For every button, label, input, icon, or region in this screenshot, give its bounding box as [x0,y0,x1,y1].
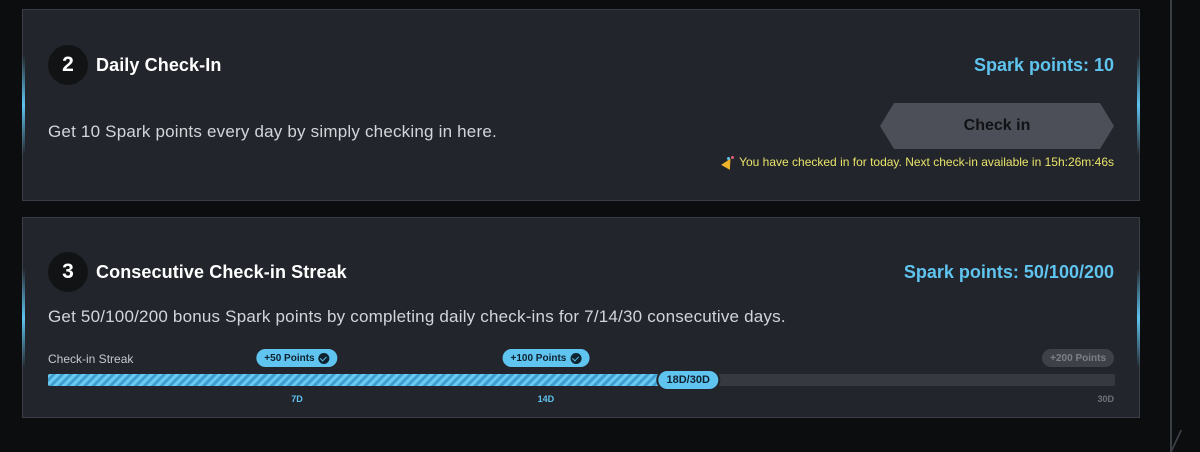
streak-progress-fill [48,374,689,386]
streak-bar-label: Check-in Streak [48,352,134,366]
step-number: 2 [48,45,88,85]
card-description: Get 10 Spark points every day by simply … [48,122,497,141]
daily-checkin-card: 2 Daily Check-In Spark points: 10 Get 10… [22,9,1140,201]
milestone-reward-badge: +200 Points [1042,349,1114,367]
spark-points: Spark points: 10 [973,55,1114,75]
streak-card: 3 Consecutive Check-in Streak Spark poin… [22,217,1140,418]
card-title: Daily Check-In [96,55,222,75]
milestone-reward-label: +50 Points [264,352,315,364]
card-title: Consecutive Check-in Streak [96,262,347,282]
spark-points: Spark points: 50/100/200 [903,262,1114,282]
check-circle-icon [570,352,582,364]
milestone-day-tick: 30D [1097,394,1114,404]
milestone-reward-label: +100 Points [510,352,567,364]
milestone-reward-badge: +50 Points [256,349,338,367]
check-in-button[interactable]: Check in [880,103,1114,149]
milestone-reward-label: +200 Points [1050,352,1106,364]
party-popper-icon [722,156,735,168]
milestone-day-tick: 14D [537,394,555,404]
streak-progress-track [48,374,1115,386]
milestone-reward-badge: +100 Points [502,349,590,367]
checkin-notice: You have checked in for today. Next chec… [722,155,1114,169]
milestone-day-tick: 7D [291,394,303,404]
check-circle-icon [318,352,330,364]
frame-edge [1164,0,1172,452]
streak-progress-badge: 18D/30D [658,371,718,389]
checkin-notice-text: You have checked in for today. Next chec… [739,155,1114,169]
card-description: Get 50/100/200 bonus Spark points by com… [48,307,786,326]
step-number: 3 [48,252,88,292]
